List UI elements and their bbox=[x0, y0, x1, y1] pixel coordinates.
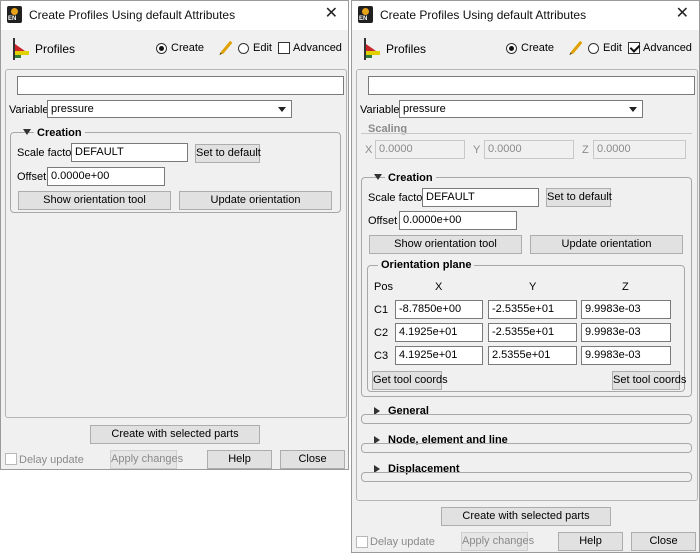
creation-title: Creation bbox=[34, 127, 85, 139]
chevron-down-icon bbox=[629, 107, 637, 112]
pencil-icon bbox=[570, 40, 583, 55]
scaling-x-input[interactable]: 0.0000 bbox=[375, 140, 465, 159]
scaling-y-label: Y bbox=[473, 144, 481, 156]
create-radio[interactable] bbox=[506, 43, 517, 54]
y-header: Y bbox=[529, 281, 537, 293]
c1-x-input[interactable]: -8.7850e+00 bbox=[395, 300, 483, 319]
x-header: X bbox=[435, 281, 443, 293]
z-header: Z bbox=[622, 281, 629, 293]
c3-y-input[interactable]: 2.5355e+01 bbox=[488, 346, 577, 365]
profiles-icon bbox=[362, 38, 380, 60]
advanced-checkbox[interactable] bbox=[628, 42, 640, 54]
edit-radio[interactable] bbox=[238, 43, 249, 54]
profiles-label: Profiles bbox=[386, 42, 427, 56]
help-button[interactable]: Help bbox=[558, 532, 623, 551]
part-filter-input[interactable] bbox=[17, 76, 344, 95]
c3-label: C3 bbox=[374, 350, 389, 362]
create-with-selected-parts-button[interactable]: Create with selected parts bbox=[441, 507, 611, 526]
show-orientation-tool-button[interactable]: Show orientation tool bbox=[369, 235, 522, 254]
scaling-x-label: X bbox=[365, 144, 373, 156]
offset-label: Offset bbox=[368, 215, 398, 227]
variable-select-value: pressure bbox=[403, 103, 446, 115]
variable-label: Variable bbox=[9, 104, 49, 116]
chevron-down-icon bbox=[278, 107, 286, 112]
c1-y-input[interactable]: -2.5355e+01 bbox=[488, 300, 577, 319]
close-window-icon[interactable]: ✕ bbox=[325, 5, 338, 23]
ensight-app-icon: EN bbox=[7, 6, 22, 23]
collapse-arrow-icon[interactable] bbox=[23, 129, 31, 135]
close-window-icon[interactable]: ✕ bbox=[676, 5, 689, 23]
edit-radio[interactable] bbox=[588, 43, 599, 54]
delay-update-label: Delay update bbox=[19, 454, 84, 466]
c3-x-input[interactable]: 4.1925e+01 bbox=[395, 346, 483, 365]
creation-title: Creation bbox=[385, 172, 436, 184]
c2-y-input[interactable]: -2.5355e+01 bbox=[488, 323, 577, 342]
window-title: Create Profiles Using default Attributes bbox=[380, 8, 587, 22]
variable-select-value: pressure bbox=[51, 103, 94, 115]
set-tool-coords-button[interactable]: Set tool coords bbox=[612, 371, 686, 390]
update-orientation-button[interactable]: Update orientation bbox=[179, 191, 332, 210]
close-button[interactable]: Close bbox=[280, 450, 345, 469]
advanced-checkbox-label: Advanced bbox=[293, 42, 342, 54]
window-title: Create Profiles Using default Attributes bbox=[29, 8, 236, 22]
delay-update-checkbox[interactable] bbox=[5, 453, 17, 465]
c2-z-input[interactable]: 9.9983e-03 bbox=[581, 323, 671, 342]
c3-z-input[interactable]: 9.9983e-03 bbox=[581, 346, 671, 365]
left-window: EN Create Profiles Using default Attribu… bbox=[0, 0, 349, 470]
scale-factor-input[interactable]: DEFAULT bbox=[422, 188, 539, 207]
c1-z-input[interactable]: 9.9983e-03 bbox=[581, 300, 671, 319]
create-with-selected-parts-button[interactable]: Create with selected parts bbox=[90, 425, 260, 444]
c2-label: C2 bbox=[374, 327, 389, 339]
show-orientation-tool-button[interactable]: Show orientation tool bbox=[18, 191, 171, 210]
ensight-app-icon: EN bbox=[358, 6, 373, 23]
profiles-label: Profiles bbox=[35, 42, 76, 56]
create-radio-label: Create bbox=[171, 42, 205, 54]
orientation-plane-title: Orientation plane bbox=[378, 259, 475, 271]
advanced-checkbox[interactable] bbox=[278, 42, 290, 54]
scaling-y-input[interactable]: 0.0000 bbox=[484, 140, 574, 159]
variable-select[interactable]: pressure bbox=[47, 100, 292, 118]
profiles-icon bbox=[11, 38, 29, 60]
create-radio-label: Create bbox=[521, 42, 555, 54]
set-to-default-button[interactable]: Set to default bbox=[546, 188, 612, 207]
set-to-default-button[interactable]: Set to default bbox=[195, 144, 261, 163]
scaling-divider bbox=[361, 133, 692, 134]
apply-changes-button[interactable]: Apply changes bbox=[461, 532, 534, 551]
c2-x-input[interactable]: 4.1925e+01 bbox=[395, 323, 483, 342]
node-element-line-section-frame bbox=[361, 443, 692, 453]
collapse-arrow-icon[interactable] bbox=[374, 174, 382, 180]
create-radio[interactable] bbox=[156, 43, 167, 54]
edit-radio-label: Edit bbox=[253, 42, 272, 54]
displacement-section-frame bbox=[361, 472, 692, 482]
content-panel bbox=[5, 69, 347, 418]
variable-label: Variable bbox=[360, 104, 400, 116]
pos-header: Pos bbox=[374, 281, 393, 293]
offset-input[interactable]: 0.0000e+00 bbox=[47, 167, 165, 186]
variable-select[interactable]: pressure bbox=[399, 100, 643, 118]
delay-update-label: Delay update bbox=[370, 536, 435, 548]
scale-factor-label: Scale factor bbox=[17, 147, 76, 159]
right-window: EN Create Profiles Using default Attribu… bbox=[351, 0, 700, 553]
general-section-frame bbox=[361, 414, 692, 424]
get-tool-coords-button[interactable]: Get tool coords bbox=[372, 371, 448, 390]
advanced-checkbox-label: Advanced bbox=[643, 42, 692, 54]
offset-label: Offset bbox=[17, 171, 47, 183]
scaling-z-label: Z bbox=[582, 144, 589, 156]
apply-changes-button[interactable]: Apply changes bbox=[110, 450, 183, 469]
close-button[interactable]: Close bbox=[631, 532, 696, 551]
update-orientation-button[interactable]: Update orientation bbox=[530, 235, 683, 254]
delay-update-checkbox[interactable] bbox=[356, 536, 368, 548]
scaling-z-input[interactable]: 0.0000 bbox=[593, 140, 686, 159]
help-button[interactable]: Help bbox=[207, 450, 272, 469]
part-filter-input[interactable] bbox=[368, 76, 695, 95]
pencil-icon bbox=[220, 40, 233, 55]
left-titlebar: EN Create Profiles Using default Attribu… bbox=[1, 1, 348, 30]
right-titlebar: EN Create Profiles Using default Attribu… bbox=[352, 1, 699, 30]
c1-label: C1 bbox=[374, 304, 389, 316]
edit-radio-label: Edit bbox=[603, 42, 622, 54]
scale-factor-label: Scale factor bbox=[368, 192, 427, 204]
offset-input[interactable]: 0.0000e+00 bbox=[399, 211, 517, 230]
scale-factor-input[interactable]: DEFAULT bbox=[71, 143, 188, 162]
